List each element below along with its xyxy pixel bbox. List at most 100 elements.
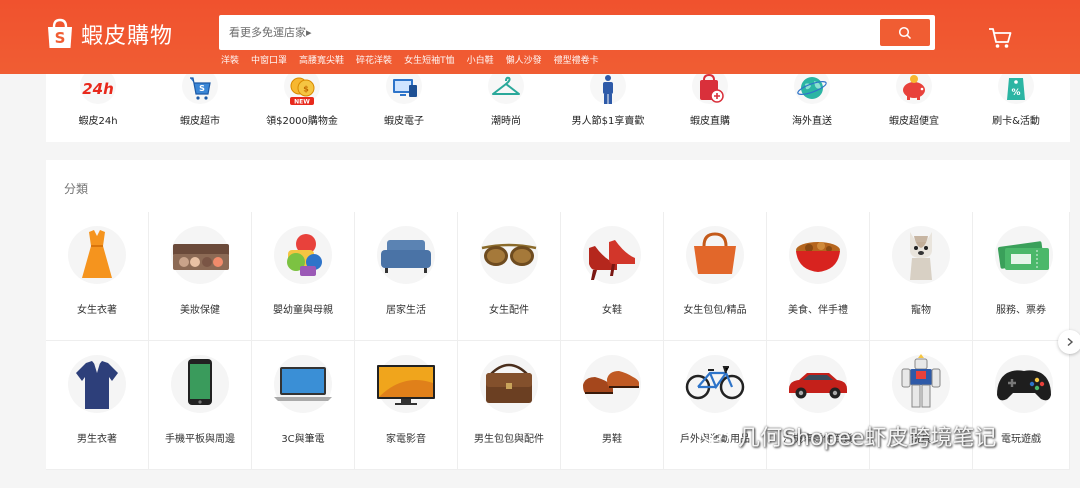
tv-icon	[377, 365, 435, 405]
search-input[interactable]	[229, 17, 869, 48]
tickets-icon	[997, 241, 1049, 270]
svg-text:S: S	[199, 84, 205, 93]
category-food[interactable]: 美食、伴手禮	[767, 212, 870, 341]
dog-icon	[910, 232, 932, 280]
category-label: 服務、票券	[996, 305, 1046, 316]
hanger-icon	[488, 74, 524, 104]
hot-word[interactable]: 中窗口罩	[251, 53, 287, 66]
globe-icon	[794, 74, 830, 104]
supermarket-cart-icon: S	[182, 74, 218, 104]
svg-text:NEW: NEW	[294, 99, 310, 106]
high-heels-icon	[589, 240, 635, 280]
quick-link-label: 海外直送	[792, 116, 832, 127]
quick-link-super-cheap[interactable]: 蝦皮超便宜	[864, 74, 964, 142]
game-controller-icon	[997, 370, 1051, 401]
category-baby[interactable]: 嬰幼童與母親	[252, 212, 355, 341]
hot-word[interactable]: 禮型禮卷卡	[554, 53, 599, 66]
logo[interactable]: S 蝦皮購物	[46, 18, 173, 50]
logo-text: 蝦皮購物	[81, 24, 174, 49]
search-button[interactable]	[880, 19, 930, 46]
categories-title: 分類	[64, 182, 89, 196]
sofa-icon	[381, 240, 431, 273]
category-label: 女生配件	[489, 305, 529, 316]
devices-icon	[386, 74, 422, 104]
category-home[interactable]: 居家生活	[355, 212, 458, 341]
category-pets[interactable]: 寵物	[870, 212, 973, 341]
sunglasses-icon	[481, 243, 537, 266]
category-label: 居家生活	[386, 305, 426, 316]
search-bar	[219, 15, 935, 50]
food-bowl-icon	[796, 242, 840, 272]
category-services-tickets[interactable]: 服務、票券	[973, 212, 1070, 341]
category-womens-bags[interactable]: 女生包包/精品	[664, 212, 767, 341]
svg-text:$: $	[303, 85, 309, 94]
svg-text:%: %	[1011, 88, 1020, 98]
shopee-bag-icon: S	[46, 18, 74, 50]
category-appliances[interactable]: 家電影音	[355, 341, 458, 470]
bag-plus-icon	[692, 74, 728, 104]
quick-link-label: 刷卡&活動	[992, 116, 1040, 127]
discount-tag-icon: %	[998, 74, 1034, 104]
category-beauty[interactable]: 美妝保健	[149, 212, 252, 341]
hot-word[interactable]: 懶人沙發	[506, 53, 542, 66]
hot-word[interactable]: 碎花洋裝	[356, 53, 392, 66]
category-womens-shoes[interactable]: 女鞋	[561, 212, 664, 341]
category-label: 嬰幼童與母親	[273, 305, 333, 316]
hot-word[interactable]: 小白鞋	[467, 53, 494, 66]
categories-next-button[interactable]	[1058, 330, 1080, 354]
category-label: 男鞋	[602, 434, 622, 445]
car-icon	[789, 373, 847, 399]
category-mens-clothing[interactable]: 男生衣著	[46, 341, 149, 470]
quick-link-label: 蝦皮超便宜	[889, 116, 939, 127]
hot-word[interactable]: 洋裝	[221, 53, 239, 66]
hot-search-words: 洋裝 中窗口罩 高腰寬尖鞋 碎花洋裝 女生短袖T恤 小白鞋 懶人沙發 禮型禮卷卡	[221, 53, 599, 66]
search-icon	[898, 26, 912, 39]
leather-shoes-icon	[583, 371, 639, 394]
category-label: 家電影音	[386, 434, 426, 445]
category-label: 美食、伴手禮	[788, 305, 848, 316]
quick-link-label: 蝦皮超市	[180, 116, 220, 127]
wechat-icon	[701, 424, 731, 448]
category-womens-accessories[interactable]: 女生配件	[458, 212, 561, 341]
quick-link-label: 領$2000購物金	[266, 116, 338, 127]
coins-new-icon: $ NEW	[284, 74, 320, 106]
quick-link-direct[interactable]: 蝦皮直購	[660, 74, 760, 142]
quick-link-label: 蝦皮電子	[384, 116, 424, 127]
cart-icon	[989, 28, 1012, 48]
category-label: 3C與筆電	[281, 434, 325, 445]
baby-toys-icon	[287, 234, 322, 276]
hot-word[interactable]: 女生短袖T恤	[404, 53, 455, 66]
quick-link-supermarket[interactable]: S 蝦皮超市	[150, 74, 250, 142]
category-label: 男生包包與配件	[474, 434, 544, 445]
category-mens-bags[interactable]: 男生包包與配件	[458, 341, 561, 470]
category-label: 美妝保健	[180, 305, 220, 316]
category-label: 男生衣著	[77, 434, 117, 445]
quick-link-fashion[interactable]: 潮時尚	[456, 74, 556, 142]
category-label: 手機平板與周邊	[165, 434, 235, 445]
quick-link-label: 潮時尚	[491, 116, 521, 127]
quick-link-card-events[interactable]: % 刷卡&活動	[966, 74, 1066, 142]
eyeshadow-palette-icon	[173, 244, 229, 270]
category-phones[interactable]: 手機平板與周邊	[149, 341, 252, 470]
chevron-right-icon	[1067, 337, 1074, 347]
category-womens-clothing[interactable]: 女生衣著	[46, 212, 149, 341]
category-mens-shoes[interactable]: 男鞋	[561, 341, 664, 470]
quick-link-overseas[interactable]: 海外直送	[762, 74, 862, 142]
quick-link-24h[interactable]: 24h 蝦皮24h	[48, 74, 148, 142]
watermark-text: 几何Shopee虾皮跨境笔记	[738, 426, 997, 451]
quick-link-mens-day[interactable]: 男人節$1享賣歡	[558, 74, 658, 142]
hot-word[interactable]: 高腰寬尖鞋	[299, 53, 344, 66]
quick-link-label: 蝦皮24h	[78, 116, 118, 127]
quick-link-label: 蝦皮直購	[690, 116, 730, 127]
handbag-icon	[694, 232, 736, 274]
24h-icon: 24h	[80, 74, 116, 104]
messenger-bag-icon	[486, 363, 532, 403]
quick-links-bar: 24h 蝦皮24h S 蝦皮超市 $ NEW 領$2000購物金 蝦皮電子 潮時…	[46, 74, 1070, 142]
quick-link-electronics[interactable]: 蝦皮電子	[354, 74, 454, 142]
cart-button[interactable]	[988, 27, 1012, 49]
man-icon	[590, 74, 626, 104]
category-3c-laptops[interactable]: 3C與筆電	[252, 341, 355, 470]
quick-link-coins[interactable]: $ NEW 領$2000購物金	[252, 74, 352, 142]
robot-figure-icon	[901, 354, 941, 408]
dress-icon	[82, 230, 112, 278]
